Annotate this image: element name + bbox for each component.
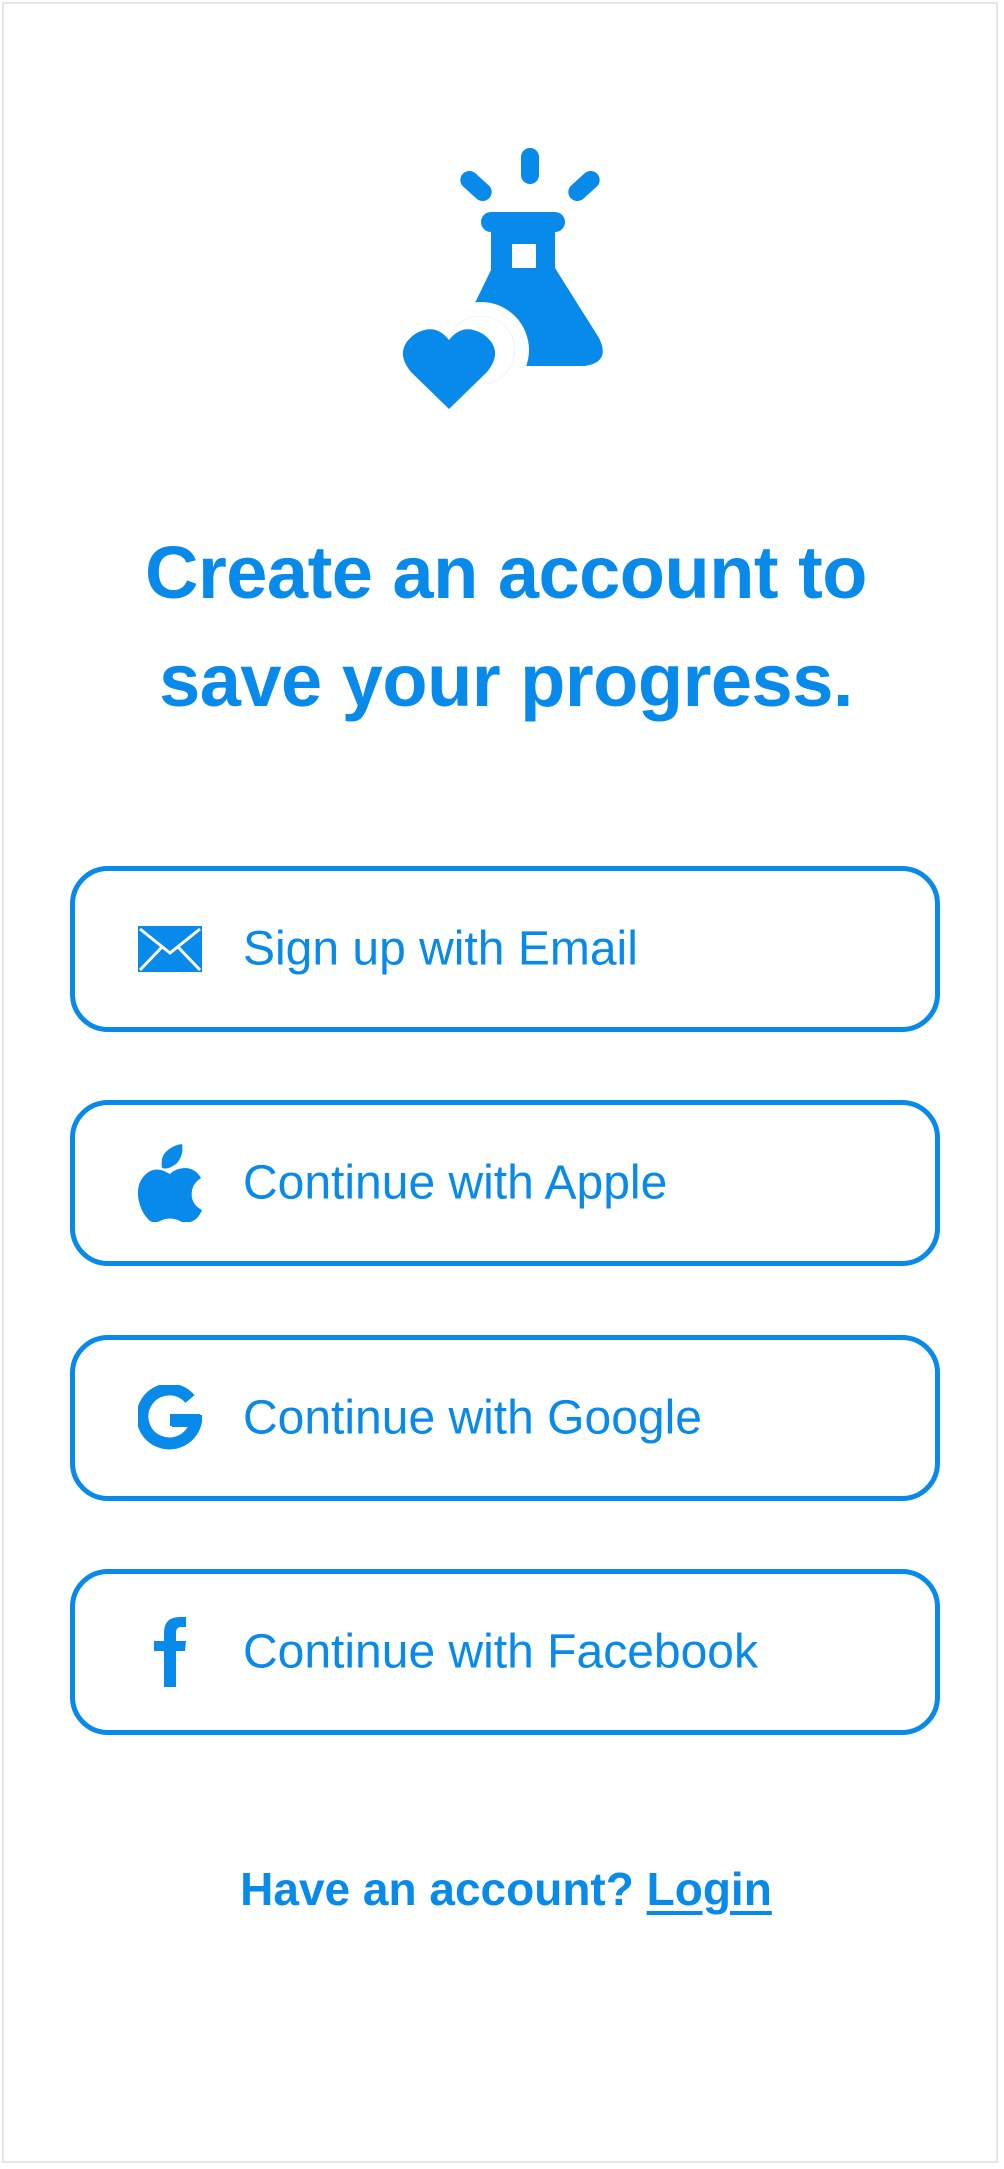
login-link[interactable]: Login	[647, 1863, 772, 1915]
login-prompt: Have an account? Login	[4, 1859, 1004, 1919]
screen-frame: Create an account to save your progress.…	[2, 2, 998, 2163]
continue-facebook-button[interactable]: Continue with Facebook	[70, 1569, 940, 1735]
continue-google-button[interactable]: Continue with Google	[70, 1335, 940, 1501]
flask-heart-icon	[399, 144, 611, 414]
sign-up-email-button[interactable]: Sign up with Email	[70, 866, 940, 1032]
continue-google-label: Continue with Google	[243, 1391, 702, 1445]
continue-apple-button[interactable]: Continue with Apple	[70, 1100, 940, 1266]
google-icon	[135, 1383, 205, 1453]
apple-icon	[135, 1144, 205, 1222]
page-title-line-2: save your progress.	[159, 639, 853, 722]
have-account-text: Have an account?	[240, 1863, 634, 1915]
page-title-line-1: Create an account to	[145, 531, 867, 614]
continue-facebook-label: Continue with Facebook	[243, 1625, 758, 1679]
continue-apple-label: Continue with Apple	[243, 1156, 668, 1210]
sign-up-email-label: Sign up with Email	[243, 922, 638, 976]
facebook-icon	[135, 1617, 205, 1687]
page-title: Create an account to save your progress.	[4, 519, 1004, 735]
email-icon	[135, 914, 205, 984]
